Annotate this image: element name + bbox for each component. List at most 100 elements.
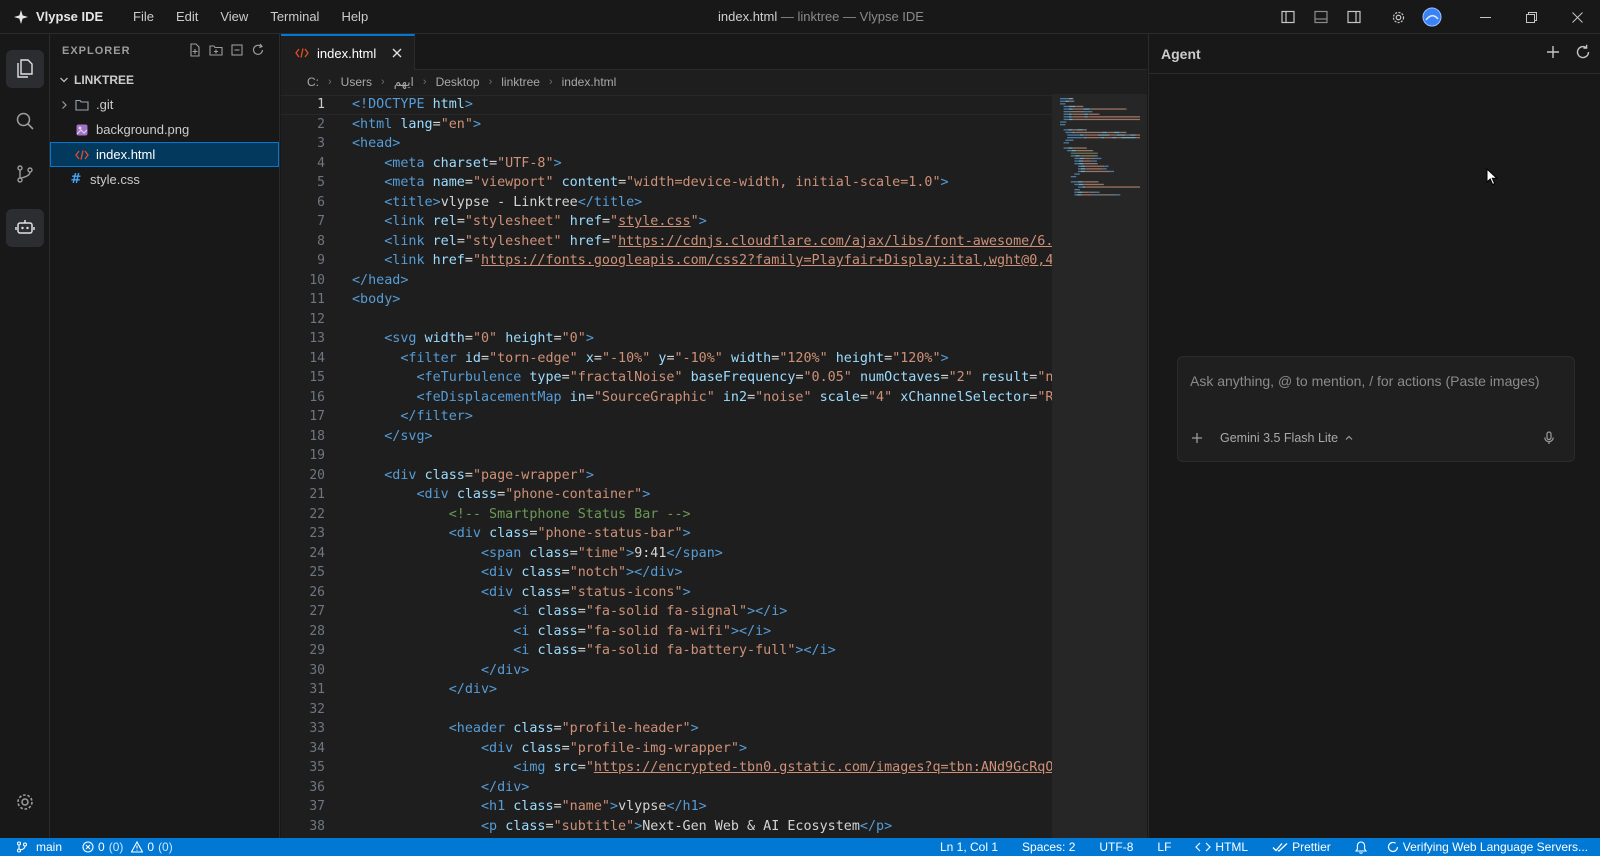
cursor-position[interactable]: Ln 1, Col 1 (940, 838, 998, 856)
menu-edit[interactable]: Edit (165, 9, 209, 24)
language-mode[interactable]: HTML (1195, 838, 1248, 856)
restore-icon[interactable] (1508, 0, 1554, 34)
new-file-icon[interactable] (188, 43, 202, 57)
menu-file[interactable]: File (122, 9, 165, 24)
code-line[interactable]: <meta charset="UTF-8"> (352, 156, 561, 171)
code-line[interactable]: </head> (352, 273, 408, 288)
code-line[interactable]: <html lang="en"> (352, 117, 481, 132)
code-token: = (569, 545, 578, 561)
toggle-primary-sidebar-icon[interactable] (1271, 0, 1304, 34)
code-line[interactable]: <body> (352, 292, 400, 307)
manage-gear-icon[interactable] (0, 778, 50, 826)
code-line[interactable]: <i class="fa-solid fa-wifi"></i> (352, 624, 771, 639)
tree-item-git[interactable]: .git (50, 92, 279, 117)
code-line[interactable]: </svg> (352, 429, 432, 444)
microphone-icon[interactable] (1542, 431, 1556, 445)
problems-indicator[interactable]: 0 (0) 0 (0) (82, 838, 173, 856)
code-line[interactable]: <filter id="torn-edge" x="-10%" y="-10%"… (352, 351, 948, 366)
code-line[interactable]: <div class="notch"></div> (352, 565, 683, 580)
breadcrumb-item[interactable]: Desktop (436, 75, 480, 89)
agent-chat-input[interactable]: Ask anything, @ to mention, / for action… (1177, 356, 1575, 462)
toggle-secondary-sidebar-icon[interactable] (1337, 0, 1370, 34)
code-line[interactable]: <link rel="stylesheet" href="https://cdn… (352, 234, 1147, 249)
code-line[interactable]: <div class="profile-img-wrapper"> (352, 741, 747, 756)
folder-root[interactable]: LINKTREE (50, 68, 279, 92)
breadcrumb-item[interactable]: ايهم (394, 75, 414, 89)
code-line[interactable]: <svg width="0" height="0"> (352, 331, 594, 346)
code-line[interactable]: <div class="page-wrapper"> (352, 468, 594, 483)
code-token: = (859, 389, 868, 405)
code-line[interactable]: <div class="phone-container"> (352, 487, 651, 502)
line-number: 21 (309, 487, 325, 502)
settings-gear-icon[interactable] (1382, 0, 1415, 34)
code-line[interactable]: </div> (352, 780, 529, 795)
refresh-icon[interactable] (251, 43, 265, 57)
code-token: <meta (384, 175, 433, 190)
code-line[interactable]: <span class="time">9:41</span> (352, 546, 723, 561)
code-token: "notch" (569, 565, 627, 580)
search-icon[interactable] (0, 97, 50, 145)
code-line[interactable]: <i class="fa-solid fa-battery-full"></i> (352, 643, 835, 658)
code-line[interactable]: <p class="subtitle">Next-Gen Web & AI Ec… (352, 819, 892, 834)
toggle-panel-icon[interactable] (1304, 0, 1337, 34)
code-line[interactable]: <feDisplacementMap in="SourceGraphic" in… (352, 389, 1148, 405)
tab-index-html[interactable]: index.html (281, 34, 416, 70)
close-tab-icon[interactable] (392, 48, 402, 58)
warning-icon (131, 841, 144, 853)
new-chat-plus-icon[interactable] (1544, 43, 1562, 61)
breadcrumb-item[interactable]: linktree (501, 75, 540, 89)
code-line[interactable]: <header class="profile-header"> (352, 721, 699, 736)
code-line[interactable]: <img src="https://encrypted-tbn0.gstatic… (352, 760, 1147, 775)
breadcrumb-item[interactable]: C: (307, 75, 319, 89)
history-icon[interactable] (1574, 43, 1592, 61)
minimap-slider[interactable] (1052, 94, 1147, 838)
tree-item-index-html[interactable]: index.html (50, 142, 279, 167)
close-window-icon[interactable] (1554, 0, 1600, 34)
code-line[interactable]: <link href="https://fonts.googleapis.com… (352, 253, 1147, 268)
code-line[interactable]: <!-- Smartphone Status Bar --> (352, 507, 691, 522)
agent-robot-icon[interactable] (0, 203, 50, 251)
notifications[interactable] (1354, 838, 1367, 856)
collapse-all-icon[interactable] (230, 43, 244, 57)
source-control-icon[interactable] (0, 150, 50, 198)
breadcrumb-item[interactable]: Users (341, 75, 372, 89)
formatter-status[interactable]: Prettier (1272, 838, 1331, 856)
explorer-icon[interactable] (0, 44, 50, 92)
code-line[interactable]: </div> (352, 682, 497, 697)
menu-help[interactable]: Help (330, 9, 379, 24)
tree-item-background-png[interactable]: background.png (50, 117, 279, 142)
code-line[interactable]: <i class="fa-solid fa-signal"></i> (352, 604, 787, 619)
tree-item-style-css[interactable]: # style.css (50, 167, 279, 192)
code-line[interactable]: <div class="status-icons"> (352, 585, 691, 600)
encoding[interactable]: UTF-8 (1099, 838, 1133, 856)
code-line[interactable]: <head> (352, 136, 400, 151)
attach-plus-icon[interactable] (1190, 431, 1204, 445)
activity-bar (0, 34, 50, 838)
menu-view[interactable]: View (209, 9, 259, 24)
language-server-status[interactable]: Verifying Web Language Servers... (1387, 838, 1588, 856)
end-of-line[interactable]: LF (1157, 838, 1171, 856)
code-line[interactable]: <title>vlypse - Linktree</title> (352, 195, 642, 210)
indentation[interactable]: Spaces: 2 (1022, 838, 1075, 856)
code-view[interactable]: 1 <!DOCTYPE html> 2 <html lang="en"> 3 <head>… (281, 94, 1147, 838)
code-line[interactable]: <meta name="viewport" content="width=dev… (352, 175, 948, 190)
new-folder-icon[interactable] (209, 43, 223, 57)
code-line[interactable]: </filter> (352, 409, 473, 424)
code-line[interactable]: <feTurbulence type="fractalNoise" baseFr… (352, 370, 1118, 385)
code-line[interactable]: </div> (352, 663, 529, 678)
minimap[interactable] (1052, 94, 1147, 838)
branch-indicator[interactable]: main (16, 838, 62, 856)
code-line[interactable]: <!DOCTYPE html> (352, 97, 473, 112)
chat-input-placeholder[interactable]: Ask anything, @ to mention, / for action… (1190, 373, 1540, 389)
code-token: = (553, 721, 562, 736)
breadcrumb-item[interactable]: index.html (562, 75, 617, 89)
code-line[interactable]: <link rel="stylesheet" href="style.css"> (352, 214, 707, 229)
account-avatar[interactable] (1415, 0, 1448, 34)
menu-terminal[interactable]: Terminal (259, 9, 330, 24)
code-line[interactable]: <div class="phone-status-bar"> (352, 526, 691, 541)
minimize-icon[interactable] (1462, 0, 1508, 34)
code-line[interactable]: <h1 class="name">vlypse</h1> (352, 799, 707, 814)
model-selector[interactable]: Gemini 3.5 Flash Lite (1220, 431, 1354, 445)
